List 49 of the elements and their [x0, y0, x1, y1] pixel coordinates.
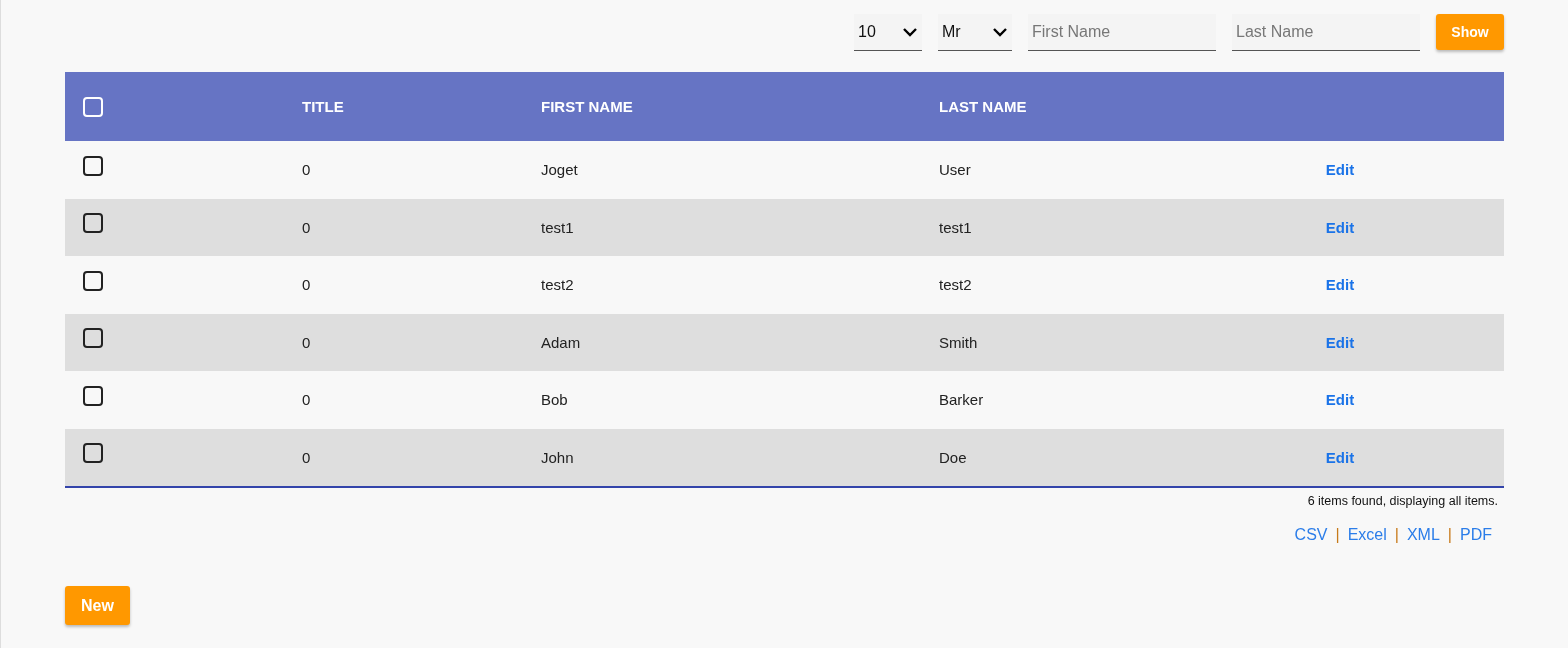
- table-cell-text: Joget: [541, 161, 579, 179]
- table-cell-text: 0: [302, 161, 312, 179]
- table-cell-text: 0: [302, 391, 312, 409]
- export-link[interactable]: CSV: [1294, 526, 1328, 544]
- column-header: FIRST NAME: [541, 98, 634, 115]
- edit-link[interactable]: Edit: [1325, 333, 1355, 351]
- checkbox[interactable]: [83, 155, 103, 176]
- table-cell-text: Doe: [939, 448, 968, 466]
- table-cell-text: test2: [541, 276, 575, 294]
- new-button[interactable]: New: [65, 586, 130, 625]
- table-cell-text: 0: [302, 276, 312, 294]
- table-cell-text: 0: [302, 333, 312, 351]
- table-cell-text: test1: [541, 218, 575, 236]
- table-cell-text: 0: [302, 448, 312, 466]
- table-cell-text: Bob: [541, 391, 569, 409]
- edit-link[interactable]: Edit: [1325, 391, 1355, 409]
- table-cell-text: John: [541, 448, 575, 466]
- separator: |: [1394, 526, 1399, 544]
- edit-link[interactable]: Edit: [1325, 448, 1355, 466]
- export-link[interactable]: Excel: [1347, 526, 1387, 544]
- table-cell-text: 0: [302, 218, 312, 236]
- checkbox[interactable]: [83, 443, 103, 464]
- checkbox[interactable]: [83, 328, 103, 349]
- status-text: 6 items found, displaying all items.: [1307, 494, 1498, 508]
- last-name-field[interactable]: Last Name: [1232, 14, 1420, 51]
- checkbox[interactable]: [83, 270, 103, 291]
- table-cell-text: test2: [939, 276, 973, 294]
- checkbox[interactable]: [83, 385, 103, 406]
- show-button[interactable]: Show: [1436, 14, 1504, 50]
- edit-link[interactable]: Edit: [1325, 161, 1355, 179]
- column-header: TITLE: [302, 98, 345, 115]
- export-link[interactable]: XML: [1406, 526, 1440, 544]
- first-name-field[interactable]: First Name: [1028, 14, 1216, 51]
- table-cell-text: Adam: [541, 333, 582, 351]
- table-cell-text: Barker: [939, 391, 985, 409]
- chevron-down-icon: [992, 27, 1008, 37]
- column-header: LAST NAME: [939, 98, 1028, 115]
- separator: |: [1447, 526, 1452, 544]
- separator: |: [1335, 526, 1340, 544]
- export-link[interactable]: PDF: [1460, 526, 1492, 544]
- table-cell-text: test1: [939, 218, 973, 236]
- edit-link[interactable]: Edit: [1325, 218, 1355, 236]
- chevron-down-icon: [902, 27, 918, 37]
- checkbox[interactable]: [83, 213, 103, 234]
- title-select[interactable]: Mr: [938, 14, 1012, 51]
- page-size-select[interactable]: 10: [854, 14, 922, 51]
- table-cell-text: User: [939, 161, 972, 179]
- edit-link[interactable]: Edit: [1325, 276, 1355, 294]
- table-cell-text: Smith: [939, 333, 979, 351]
